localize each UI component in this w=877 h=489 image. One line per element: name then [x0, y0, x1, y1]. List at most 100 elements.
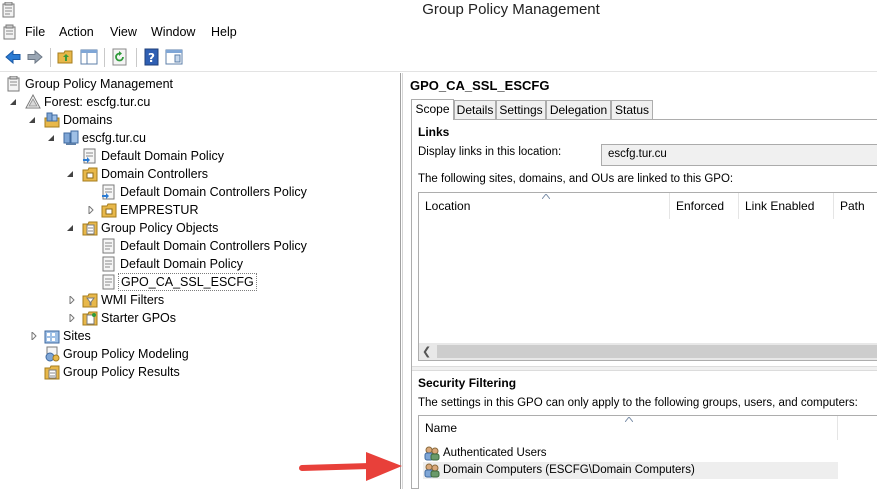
menu-view[interactable]: View	[110, 25, 137, 39]
location-dropdown[interactable]: escfg.tur.cu	[601, 144, 877, 166]
wmi-filters-icon	[82, 293, 98, 308]
tree-node-default-domain-policy-link[interactable]: Default Domain Policy	[0, 147, 400, 165]
column-path[interactable]: Path	[834, 193, 877, 219]
tree-node-gpo-ssl-selected[interactable]: GPO_CA_SSL_ESCFG	[0, 273, 400, 291]
scope-tab-content: Links Display links in this location: es…	[411, 119, 877, 489]
expand-icon[interactable]	[30, 332, 38, 340]
forest-icon	[25, 94, 41, 109]
folder-up-icon[interactable]	[57, 48, 75, 66]
properties-icon[interactable]	[165, 48, 183, 66]
console-tree: Group Policy Management Forest: escfg.tu…	[0, 73, 401, 489]
collapse-icon[interactable]	[66, 224, 74, 232]
tree-node-emprestur[interactable]: EMPRESTUR	[0, 201, 400, 219]
tree-node-ddc-policy-link[interactable]: Default Domain Controllers Policy	[0, 183, 400, 201]
menu-bar: File Action View Window Help	[0, 22, 877, 42]
users-group-icon	[424, 463, 440, 478]
links-description: The following sites, domains, and OUs ar…	[418, 173, 734, 185]
list-item-label: Authenticated Users	[443, 447, 547, 459]
tree-node-modeling[interactable]: Group Policy Modeling	[0, 345, 400, 363]
collapse-icon[interactable]	[9, 98, 17, 106]
tree-node-gpo-folder[interactable]: Group Policy Objects	[0, 219, 400, 237]
svg-text:?: ?	[148, 51, 155, 65]
links-heading: Links	[418, 125, 450, 139]
collapse-icon[interactable]	[28, 116, 36, 124]
scrollbar-thumb[interactable]	[437, 345, 877, 358]
tree-node-label: Group Policy Objects	[101, 221, 219, 235]
starter-gpos-icon	[82, 311, 98, 326]
tree-node-sites[interactable]: Sites	[0, 327, 400, 345]
users-group-icon	[424, 446, 440, 461]
tree-node-domain-controllers[interactable]: Domain Controllers	[0, 165, 400, 183]
tree-node-label: Domain Controllers	[101, 167, 208, 181]
security-filtering-heading: Security Filtering	[418, 376, 517, 390]
tab-details[interactable]: Details	[454, 100, 496, 119]
forward-icon[interactable]	[26, 48, 44, 66]
tree-node-wmi-filters[interactable]: WMI Filters	[0, 291, 400, 309]
tree-node-domains[interactable]: Domains	[0, 111, 400, 129]
show-hide-tree-icon[interactable]	[80, 48, 98, 66]
gpo-icon	[102, 238, 115, 254]
tab-delegation[interactable]: Delegation	[546, 100, 611, 119]
security-filtering-list[interactable]: Name Authenticated Users Domain Computer…	[418, 415, 877, 489]
collapse-icon[interactable]	[66, 170, 74, 178]
domains-icon	[44, 112, 60, 128]
console-icon[interactable]	[2, 24, 18, 40]
tree-node-gpo-ddc-policy[interactable]: Default Domain Controllers Policy	[0, 237, 400, 255]
window-title: Group Policy Management	[422, 1, 600, 18]
back-icon[interactable]	[4, 48, 22, 66]
tree-node-label: Group Policy Modeling	[63, 347, 189, 361]
list-item-label: Domain Computers (ESCFG\Domain Computers…	[443, 464, 695, 476]
gpo-link-icon	[83, 148, 96, 164]
ou-folder-icon	[101, 203, 117, 218]
column-name[interactable]: Name	[419, 416, 838, 440]
tree-node-label: Default Domain Controllers Policy	[120, 185, 307, 199]
help-icon[interactable]: ?	[143, 48, 161, 66]
tree-node-gpo-default-domain-policy[interactable]: Default Domain Policy	[0, 255, 400, 273]
tree-node-label: WMI Filters	[101, 293, 165, 307]
tab-scope[interactable]: Scope	[411, 99, 454, 120]
tree-node-label: Sites	[63, 329, 91, 343]
tree-node-starter-gpos[interactable]: Starter GPOs	[0, 309, 400, 327]
menu-action[interactable]: Action	[59, 25, 94, 39]
location-dropdown-value: escfg.tur.cu	[608, 148, 667, 160]
tree-node-forest[interactable]: Forest: escfg.tur.cu	[0, 93, 400, 111]
menu-file[interactable]: File	[25, 25, 45, 39]
refresh-icon[interactable]	[111, 48, 129, 66]
list-item[interactable]: Domain Computers (ESCFG\Domain Computers…	[423, 462, 838, 479]
gpo-link-icon	[102, 184, 115, 200]
section-divider[interactable]	[412, 366, 877, 371]
toolbar-separator	[50, 48, 51, 67]
modeling-icon	[45, 346, 60, 362]
list-item[interactable]: Authenticated Users	[423, 445, 838, 462]
gpmc-icon	[7, 76, 20, 92]
horizontal-scrollbar[interactable]: ❮	[419, 343, 877, 360]
toolbar-separator	[136, 48, 137, 67]
tree-node-domain[interactable]: escfg.tur.cu	[0, 129, 400, 147]
menu-window[interactable]: Window	[151, 25, 195, 39]
links-list[interactable]: Location Enforced Link Enabled Path ❮	[418, 192, 877, 361]
tree-node-label: Group Policy Results	[63, 365, 180, 379]
expand-icon[interactable]	[87, 206, 95, 214]
tab-settings[interactable]: Settings	[496, 100, 546, 119]
tab-status[interactable]: Status	[611, 100, 653, 119]
column-link-enabled[interactable]: Link Enabled	[739, 193, 834, 219]
domain-icon	[63, 130, 79, 145]
tree-node-label: escfg.tur.cu	[82, 131, 146, 145]
tree-node-label: Default Domain Policy	[120, 257, 243, 271]
menu-help[interactable]: Help	[211, 25, 237, 39]
security-filtering-description: The settings in this GPO can only apply …	[418, 397, 858, 409]
expand-icon[interactable]	[68, 314, 76, 322]
tree-node-label: GPO_CA_SSL_ESCFG	[118, 273, 257, 291]
collapse-icon[interactable]	[47, 134, 55, 142]
column-location[interactable]: Location	[419, 193, 670, 219]
tree-node-label: EMPRESTUR	[120, 203, 199, 217]
gpo-icon	[102, 274, 115, 290]
toolbar: ?	[0, 42, 877, 72]
column-enforced[interactable]: Enforced	[670, 193, 739, 219]
tree-node-results[interactable]: Group Policy Results	[0, 363, 400, 381]
tree-node-label: Default Domain Policy	[101, 149, 224, 163]
expand-icon[interactable]	[68, 296, 76, 304]
details-pane: GPO_CA_SSL_ESCFG Scope Details Settings …	[402, 73, 877, 489]
tree-node-gpm[interactable]: Group Policy Management	[0, 75, 400, 93]
scroll-left-icon[interactable]: ❮	[422, 345, 431, 358]
